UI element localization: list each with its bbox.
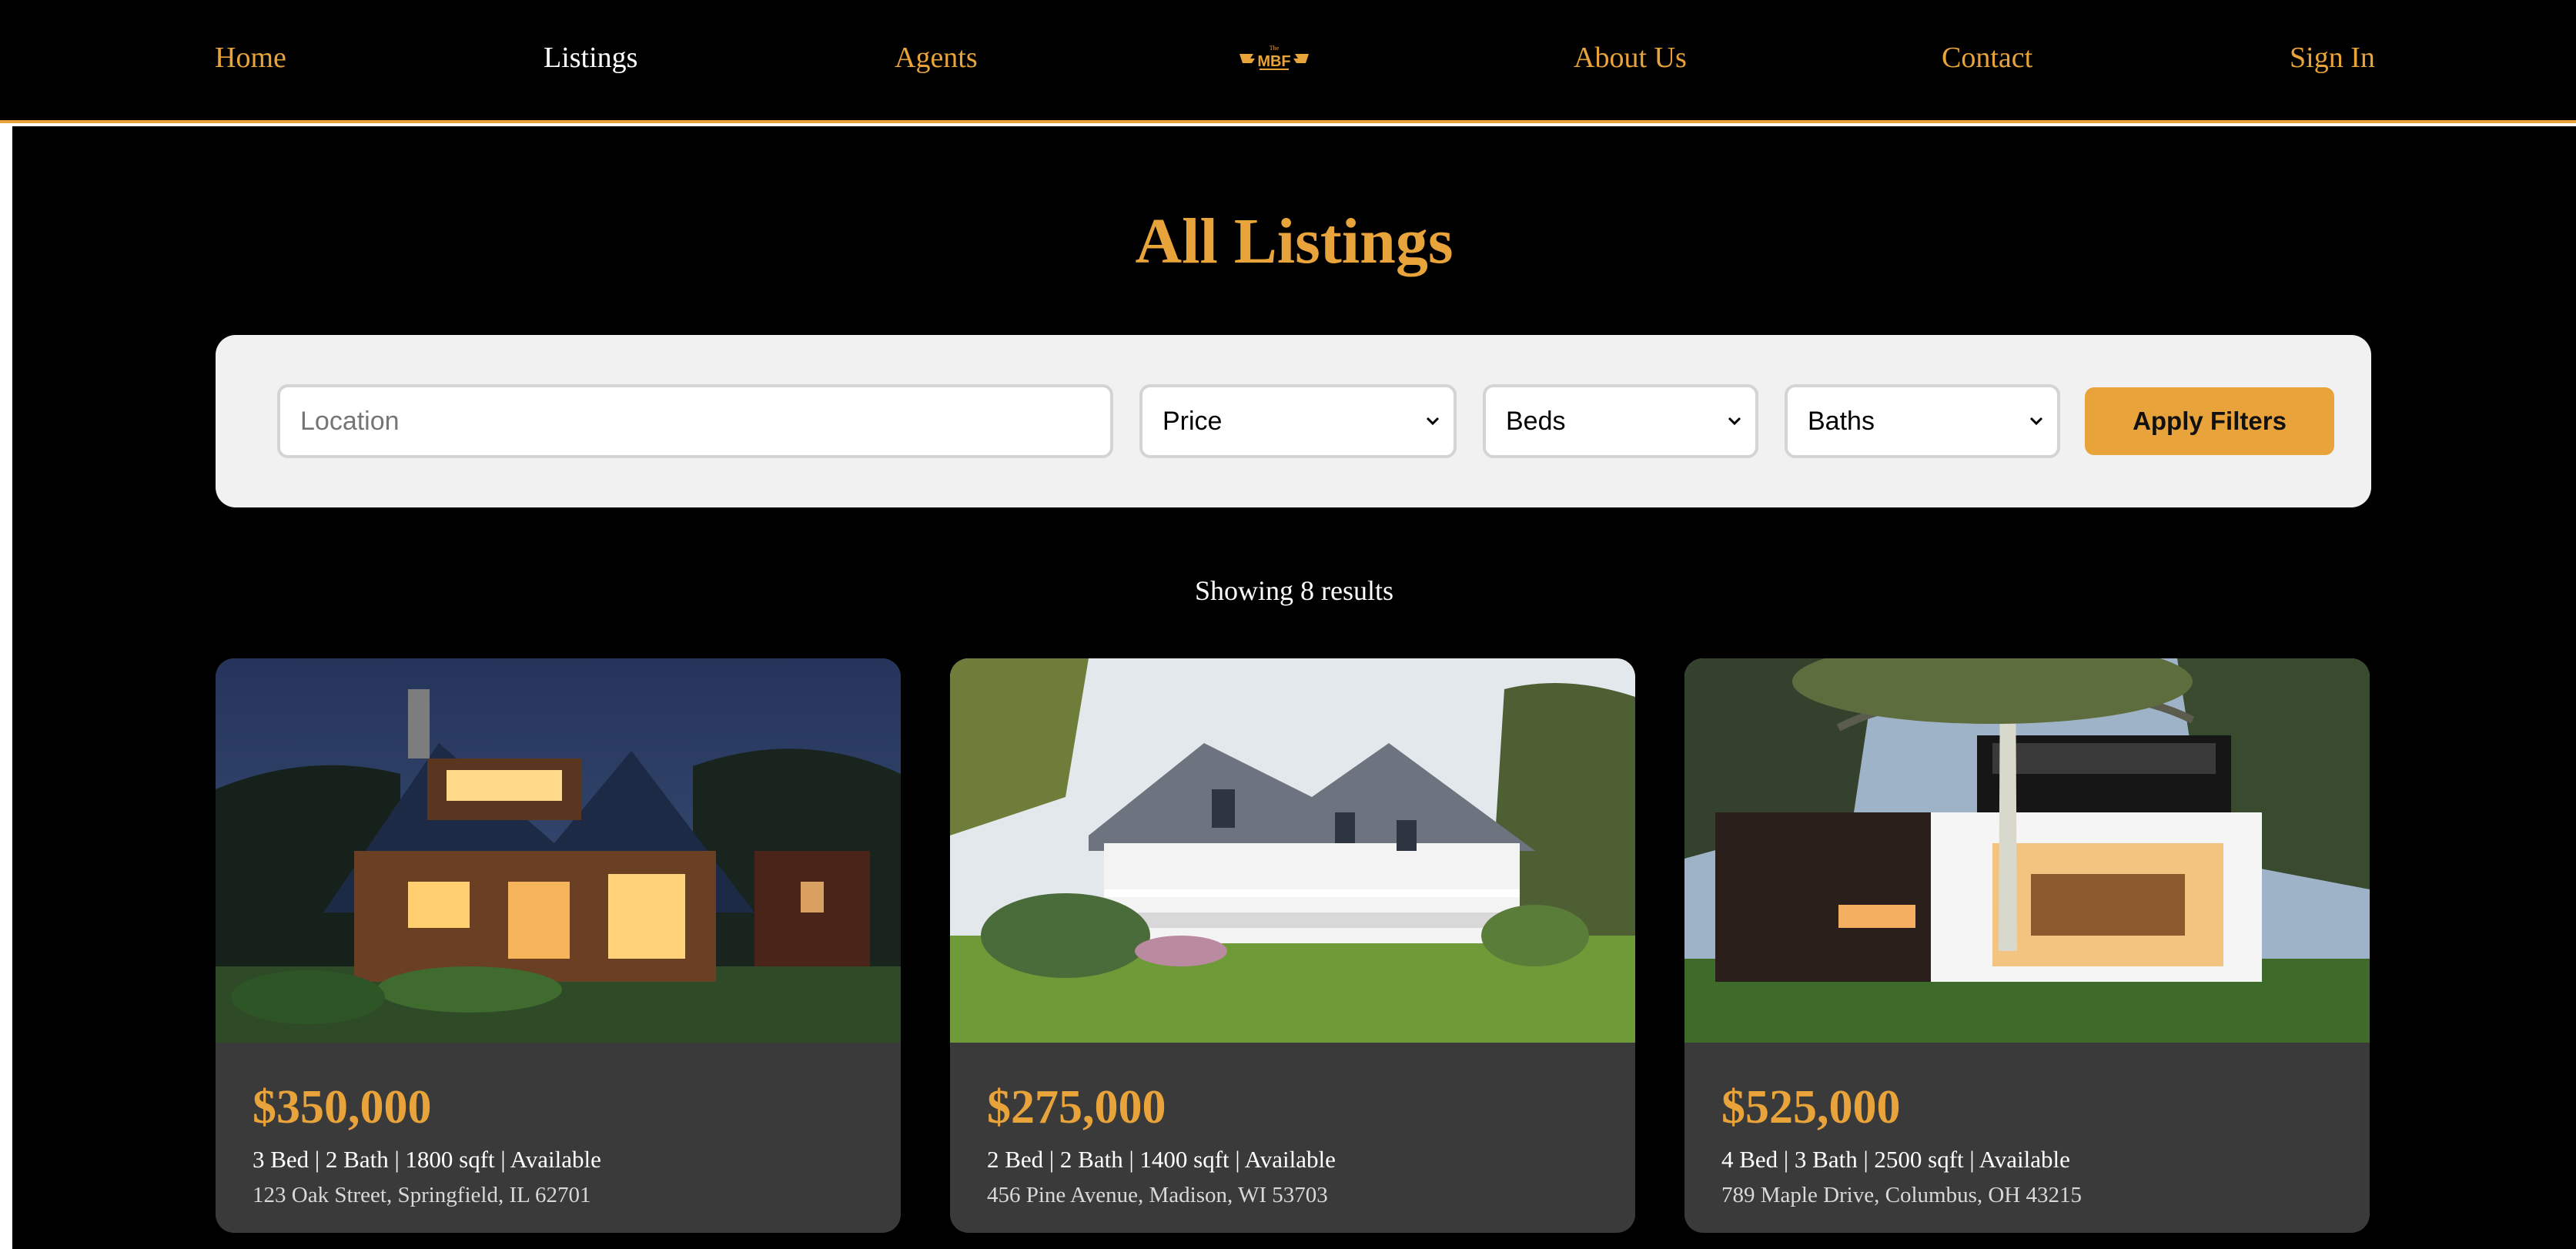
page-title: All Listings <box>1135 206 1454 277</box>
listing-photo <box>950 658 1635 1043</box>
listing-price: $275,000 <box>987 1081 1166 1133</box>
listing-photo <box>1684 658 2370 1043</box>
listing-details: 2 Bed | 2 Bath | 1400 sqft | Available <box>987 1146 1336 1173</box>
listing-photo <box>216 658 901 1043</box>
listing-details: 4 Bed | 3 Bath | 2500 sqft | Available <box>1721 1146 2070 1173</box>
price-select[interactable]: Price <box>1139 384 1457 458</box>
mbf-logo[interactable]: The MBF <box>1238 43 1310 74</box>
nav-about-link[interactable]: About Us <box>1574 39 1687 77</box>
filter-panel: Price Beds Baths Apply Filters <box>216 335 2371 507</box>
top-navbar: Home Listings Agents The MBF About Us Co… <box>0 0 2576 123</box>
listing-card[interactable]: $275,000 2 Bed | 2 Bath | 1400 sqft | Av… <box>950 658 1635 1233</box>
main-content: All Listings Price Beds Baths Apply Filt… <box>12 126 2576 1249</box>
location-input[interactable] <box>277 384 1113 458</box>
nav-sign-in-link[interactable]: Sign In <box>2290 39 2375 77</box>
listing-price: $350,000 <box>253 1081 432 1133</box>
apply-filters-button[interactable]: Apply Filters <box>2085 387 2334 455</box>
nav-agents-link[interactable]: Agents <box>895 39 978 77</box>
nav-listings-link[interactable]: Listings <box>544 39 637 77</box>
nav-home-link[interactable]: Home <box>215 39 286 77</box>
logo-small-text: The <box>1270 45 1280 52</box>
beds-select[interactable]: Beds <box>1483 384 1758 458</box>
logo-main-text: MBF <box>1257 53 1290 70</box>
logo-right-wing <box>1293 54 1309 63</box>
nav-contact-link[interactable]: Contact <box>1942 39 2032 77</box>
listing-details: 3 Bed | 2 Bath | 1800 sqft | Available <box>253 1146 601 1173</box>
listing-card[interactable]: $350,000 3 Bed | 2 Bath | 1800 sqft | Av… <box>216 658 901 1233</box>
listing-address: 789 Maple Drive, Columbus, OH 43215 <box>1721 1183 2082 1207</box>
baths-select[interactable]: Baths <box>1785 384 2060 458</box>
listing-price: $525,000 <box>1721 1081 1901 1133</box>
listing-address: 456 Pine Avenue, Madison, WI 53703 <box>987 1183 1328 1207</box>
listing-card[interactable]: $525,000 4 Bed | 3 Bath | 2500 sqft | Av… <box>1684 658 2370 1233</box>
logo-left-wing <box>1239 54 1255 63</box>
listing-address: 123 Oak Street, Springfield, IL 62701 <box>253 1183 591 1207</box>
results-count: Showing 8 results <box>1194 575 1393 606</box>
